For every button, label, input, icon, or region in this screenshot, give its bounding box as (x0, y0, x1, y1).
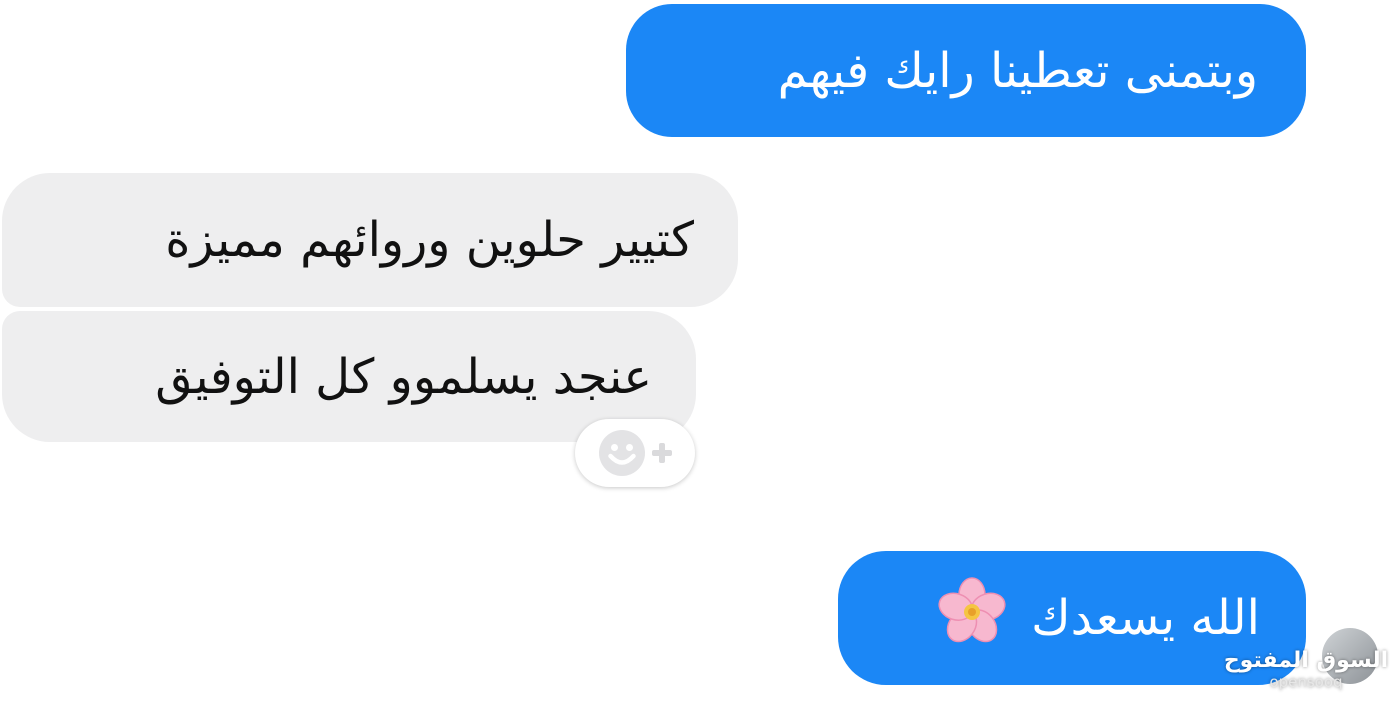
watermark-logo: السوق المفتوح opensooq (1222, 648, 1390, 690)
add-reaction-button[interactable] (575, 419, 695, 487)
smiley-icon (597, 428, 647, 478)
message-text: الله يسعدك (1031, 590, 1260, 646)
incoming-message-bubble[interactable]: كتيير حلوين وروائهم مميزة (2, 173, 738, 307)
message-text: عنجد يسلموو كل التوفيق (155, 348, 652, 405)
message-text: كتيير حلوين وروائهم مميزة (165, 212, 694, 268)
message-text: وبتمنى تعطينا رايك فيهم (777, 42, 1258, 99)
chat-screen: وبتمنى تعطينا رايك فيهم كتيير حلوين وروا… (0, 0, 1396, 720)
watermark-arabic-text: السوق المفتوح (1223, 648, 1389, 673)
plus-icon (651, 442, 673, 464)
cherry-blossom-icon (935, 575, 1009, 661)
watermark-latin-text: opensooq (1269, 673, 1343, 691)
outgoing-message-bubble[interactable]: وبتمنى تعطينا رايك فيهم (626, 4, 1306, 137)
